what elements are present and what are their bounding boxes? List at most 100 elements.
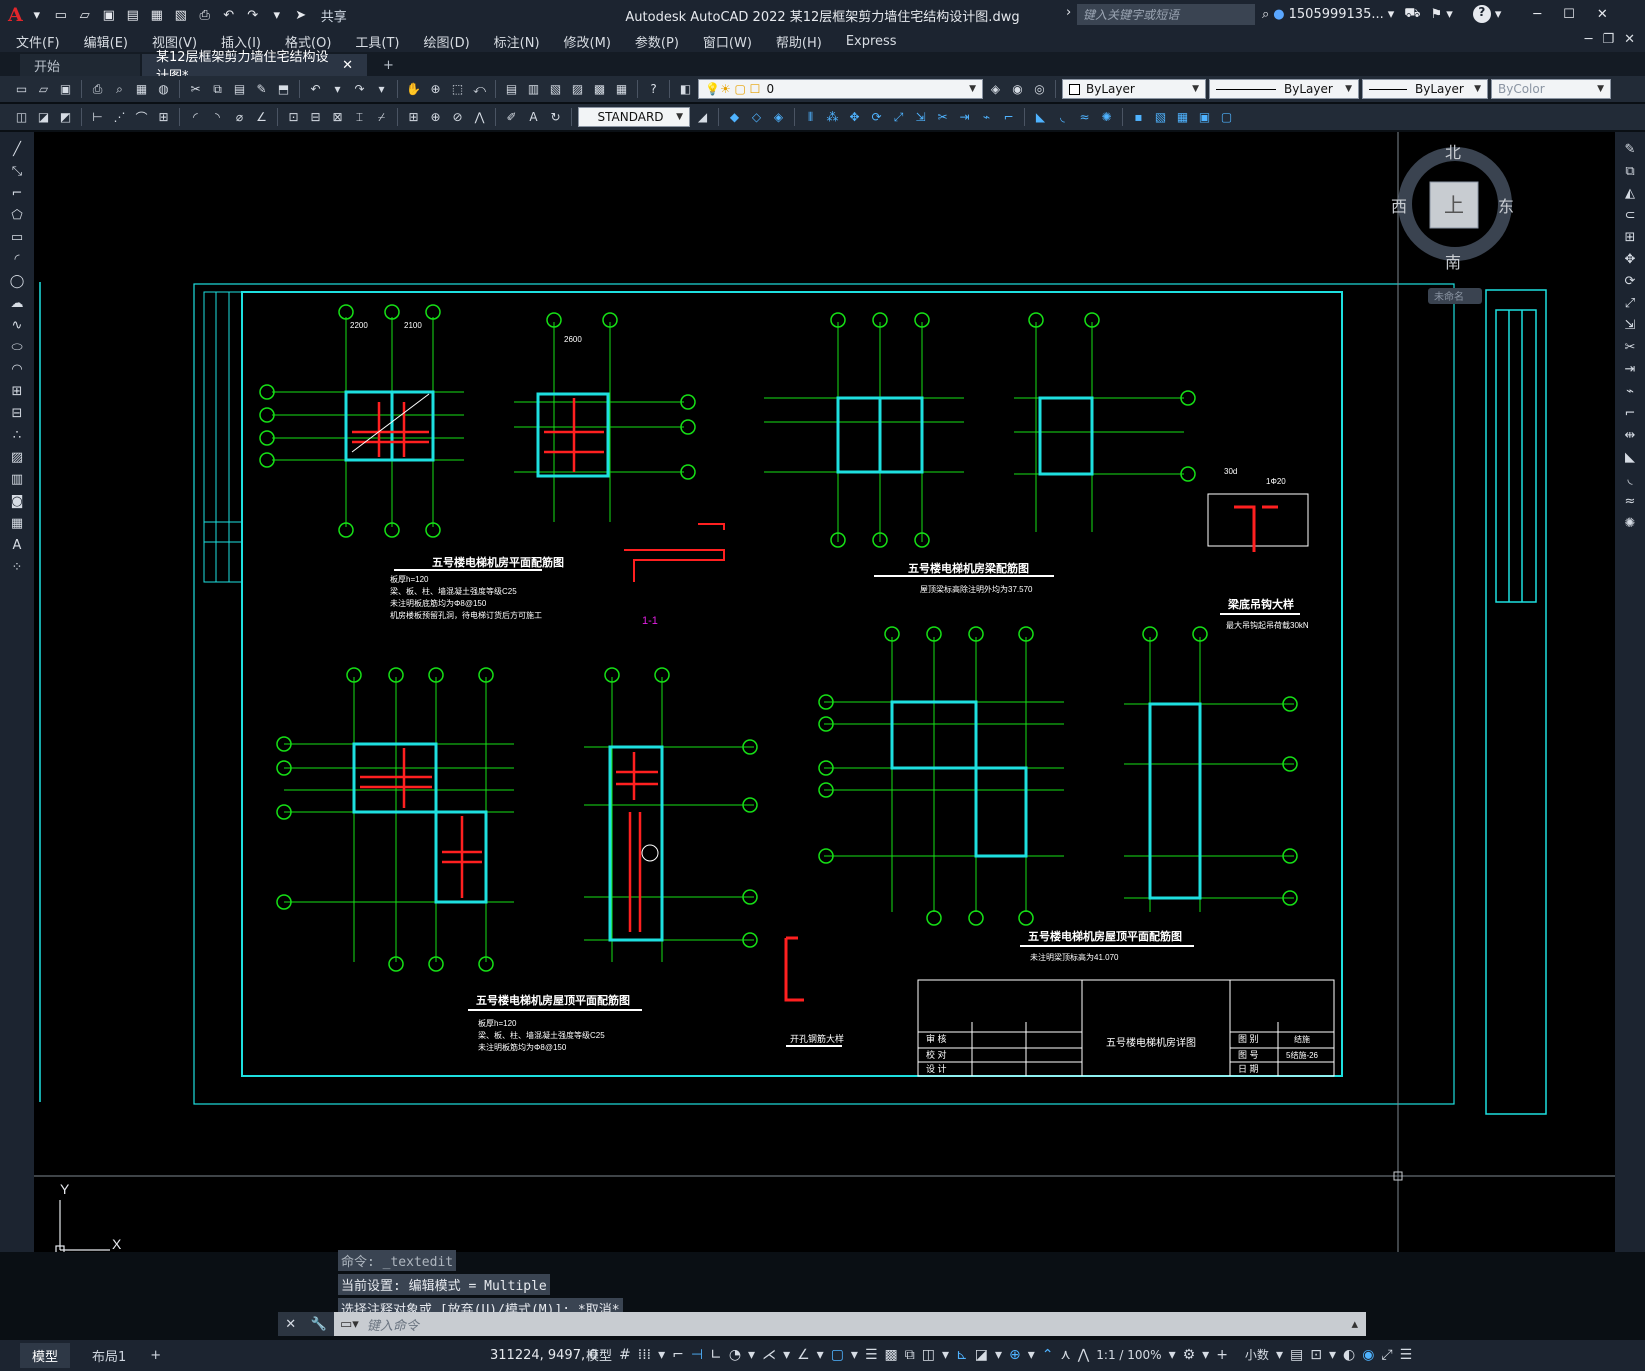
- menu-express[interactable]: Express: [846, 34, 897, 49]
- transparency-icon[interactable]: ▩: [885, 1347, 898, 1363]
- make-block-icon[interactable]: ⊟: [7, 406, 27, 424]
- web-mobile-icon[interactable]: ▧: [171, 5, 191, 25]
- spline-icon[interactable]: ∿: [7, 318, 27, 336]
- offset-icon[interactable]: ⫴: [801, 108, 820, 127]
- units-arrow-icon[interactable]: ▾: [1276, 1347, 1283, 1363]
- tab-start[interactable]: 开始: [20, 54, 140, 76]
- polyline-icon[interactable]: ⌐: [7, 186, 27, 204]
- save-as-icon[interactable]: ▤: [123, 5, 143, 25]
- doc-restore-button[interactable]: ❐: [1602, 32, 1614, 47]
- color-dropdown[interactable]: ByLayer ▼: [1062, 79, 1206, 99]
- object-snap-arrow-icon[interactable]: ▾: [851, 1347, 858, 1363]
- blend-icon[interactable]: ≈: [1075, 108, 1094, 127]
- menu-modify[interactable]: 修改(M): [564, 32, 611, 51]
- viewcube-south[interactable]: 南: [1445, 254, 1461, 272]
- object-snap-icon[interactable]: ▢: [831, 1347, 844, 1363]
- stretch-side-icon[interactable]: ⇲: [1620, 318, 1640, 336]
- make-current-layer-icon[interactable]: ◈: [986, 80, 1005, 99]
- viewcube-west[interactable]: 西: [1391, 199, 1407, 216]
- design-center-icon[interactable]: ▥: [524, 80, 543, 99]
- auto-scale-icon[interactable]: ⋏: [1061, 1347, 1071, 1363]
- app-logo[interactable]: A: [8, 4, 23, 26]
- stretch-icon[interactable]: ⇲: [911, 108, 930, 127]
- rectangle-icon[interactable]: ▭: [7, 230, 27, 248]
- dynamic-input-icon[interactable]: ⊣: [691, 1347, 703, 1363]
- cart-icon[interactable]: ⛟: [1404, 6, 1420, 23]
- command-prompt-icon[interactable]: ▭▾: [334, 1317, 359, 1332]
- scale-side-icon[interactable]: ⤢: [1620, 296, 1640, 314]
- layer-previous-icon[interactable]: ◉: [1008, 80, 1027, 99]
- redo-icon[interactable]: ↷: [350, 80, 369, 99]
- pan-icon[interactable]: ✋: [404, 80, 423, 99]
- menu-dimension[interactable]: 标注(N): [494, 32, 540, 51]
- hardware-acceleration-icon[interactable]: ◉: [1362, 1347, 1374, 1363]
- polar-icon[interactable]: ◔: [729, 1347, 741, 1363]
- ordinate-icon[interactable]: ⊞: [154, 108, 173, 127]
- open-file-icon[interactable]: ▱: [75, 5, 95, 25]
- jogged-icon[interactable]: ◝: [208, 108, 227, 127]
- hatch-icon[interactable]: ▨: [7, 450, 27, 468]
- line-icon[interactable]: ╱: [7, 142, 27, 160]
- table-icon[interactable]: ▦: [1173, 108, 1192, 127]
- fillet-icon[interactable]: ◟: [1053, 108, 1072, 127]
- copy-object-icon[interactable]: ◇: [747, 108, 766, 127]
- user-icon[interactable]: ●: [1273, 7, 1284, 22]
- extend-icon[interactable]: ⇥: [955, 108, 974, 127]
- polar-arrow-icon[interactable]: ▾: [748, 1347, 755, 1363]
- plotstyle-dropdown[interactable]: ByColor ▼: [1491, 79, 1611, 99]
- dim-space-icon[interactable]: ⌶: [350, 108, 369, 127]
- linear-dimension-icon[interactable]: ⊢: [88, 108, 107, 127]
- copy-side-icon[interactable]: ⧉: [1620, 164, 1640, 182]
- plot-icon[interactable]: ⎙: [88, 80, 107, 99]
- tab-layout1[interactable]: 布局1: [80, 1343, 138, 1368]
- break-side-icon[interactable]: ⌐: [1620, 406, 1640, 424]
- open-icon[interactable]: ▱: [34, 80, 53, 99]
- revision-cloud-icon[interactable]: ☁: [7, 296, 27, 314]
- baseline-icon[interactable]: ⊟: [306, 108, 325, 127]
- drawing-viewport[interactable]: 五号楼电梯机房平面配筋图 板厚h=120 梁、板、柱、墙混凝土强度等级C25 未…: [34, 132, 1615, 1252]
- 3d-osnap-arrow-icon[interactable]: ▾: [942, 1347, 949, 1363]
- viewcube-north[interactable]: 北: [1445, 144, 1461, 162]
- center-mark-icon[interactable]: ⊕: [426, 108, 445, 127]
- save-icon[interactable]: ▣: [56, 80, 75, 99]
- dimstyle-manager-icon[interactable]: ◢: [693, 108, 712, 127]
- markup-icon[interactable]: ▩: [590, 80, 609, 99]
- add-selected-icon[interactable]: ⁘: [7, 560, 27, 578]
- block-editor-icon[interactable]: ⬒: [274, 80, 293, 99]
- zoom-previous-icon[interactable]: ⤺: [470, 80, 489, 99]
- cursor-coordinates[interactable]: 311224, 9497, 0: [490, 1348, 598, 1363]
- annotation-scale-value[interactable]: 1:1 / 100%: [1096, 1348, 1161, 1362]
- command-input[interactable]: 键入命令: [359, 1315, 1352, 1334]
- model-space-label[interactable]: 模型: [586, 1345, 612, 1364]
- move-side-icon[interactable]: ✥: [1620, 252, 1640, 270]
- break-point-side-icon[interactable]: ⌁: [1620, 384, 1640, 402]
- region-icon[interactable]: ▧: [1151, 108, 1170, 127]
- array-icon[interactable]: ⁂: [823, 108, 842, 127]
- array-side-icon[interactable]: ⊞: [1620, 230, 1640, 248]
- arc-length-icon[interactable]: ⌒: [132, 108, 151, 127]
- annotation-visibility-icon[interactable]: ⌃: [1042, 1347, 1054, 1363]
- quick-properties-icon[interactable]: ▤: [1290, 1347, 1303, 1363]
- menu-help[interactable]: 帮助(H): [776, 32, 822, 51]
- arc-icon[interactable]: ◜: [7, 252, 27, 270]
- dimstyle-dropdown[interactable]: STANDARD ▼: [578, 107, 690, 127]
- cut-icon[interactable]: ✂: [186, 80, 205, 99]
- annotation-monitor-icon[interactable]: +: [1216, 1347, 1228, 1363]
- continue-icon[interactable]: ⊠: [328, 108, 347, 127]
- dimension-update-icon[interactable]: ↻: [546, 108, 565, 127]
- linetype-dropdown[interactable]: ByLayer ▼: [1209, 79, 1359, 99]
- copy-icon[interactable]: ⧉: [208, 80, 227, 99]
- angular-icon[interactable]: ∠: [252, 108, 271, 127]
- radius-icon[interactable]: ◜: [186, 108, 205, 127]
- dim-break-icon[interactable]: ⌿: [372, 108, 391, 127]
- menu-parametric[interactable]: 参数(P): [635, 32, 679, 51]
- units-value[interactable]: 小数: [1245, 1346, 1269, 1363]
- ungroup-icon[interactable]: ▢: [1217, 108, 1236, 127]
- table-icon[interactable]: ▦: [7, 516, 27, 534]
- layer-states-icon[interactable]: ◎: [1030, 80, 1049, 99]
- plot-icon[interactable]: ⎙: [195, 5, 215, 25]
- tab-drawing[interactable]: 某12层框架剪力墙住宅结构设计图* ✕: [142, 50, 367, 84]
- scale-icon[interactable]: ⤢: [889, 108, 908, 127]
- search-input[interactable]: 键入关键字或短语: [1077, 4, 1255, 25]
- point-icon[interactable]: ∴: [7, 428, 27, 446]
